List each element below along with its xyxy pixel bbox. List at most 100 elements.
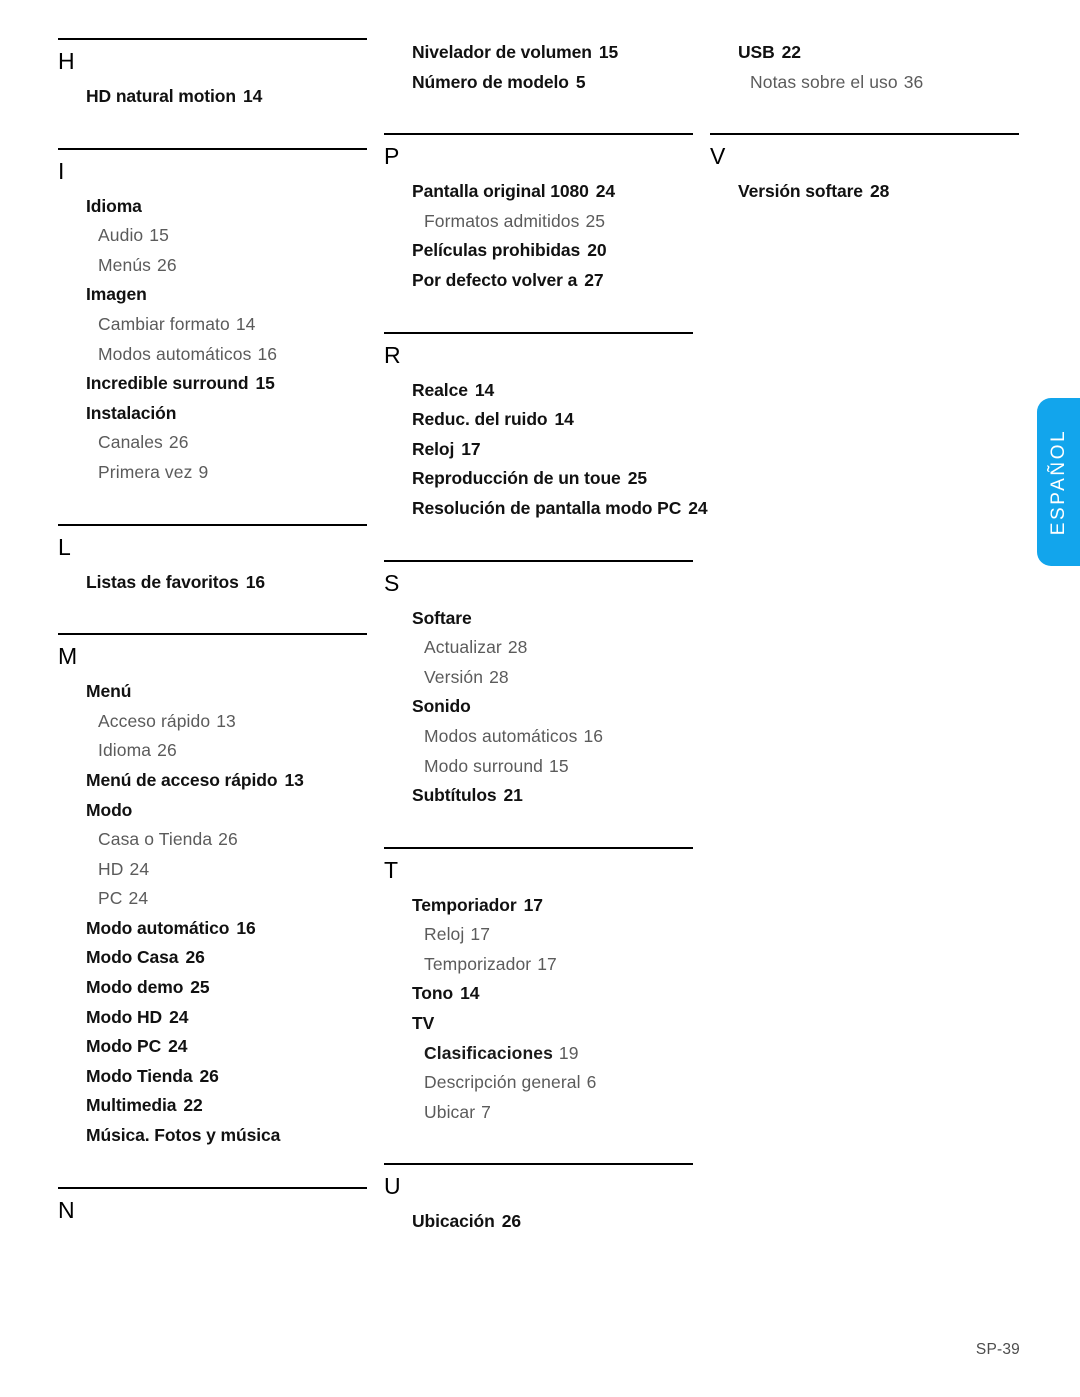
index-entry[interactable]: Menú (58, 677, 367, 707)
index-entry[interactable]: Pantalla original 1080 24 (384, 177, 693, 207)
index-entry[interactable]: Imagen (58, 280, 367, 310)
index-entry[interactable]: Modos automáticos 16 (58, 340, 367, 370)
index-entry[interactable]: Incredible surround 15 (58, 369, 367, 399)
index-entry[interactable]: Nivelador de volumen 15 (384, 38, 693, 68)
index-entry[interactable]: Actualizar 28 (384, 633, 693, 663)
index-entry[interactable]: Reproducción de un toue 25 (384, 464, 693, 494)
index-entry[interactable]: Modo surround 15 (384, 752, 693, 782)
index-entry-label: Modo PC (86, 1036, 162, 1057)
section-letter-heading: S (384, 569, 400, 596)
index-entry-list: USB 22 Notas sobre el uso 36 (710, 38, 1019, 97)
index-entry[interactable]: Versión 28 (384, 663, 693, 693)
index-entry-page-number: 14 (235, 313, 256, 334)
index-entry[interactable]: Descripción general 6 (384, 1068, 693, 1098)
index-entry[interactable]: Audio 15 (58, 221, 367, 251)
index-entry-page-number: 16 (583, 725, 604, 746)
index-entry[interactable]: Menús 26 (58, 251, 367, 281)
index-entry[interactable]: Temporizador 17 (384, 950, 693, 980)
index-entry[interactable]: Listas de favoritos 16 (58, 568, 367, 598)
index-entry-label: Idioma (86, 195, 142, 216)
index-entry-label: Acceso rápido (98, 710, 211, 731)
section-divider (58, 523, 367, 526)
index-entry-label: Versión (424, 666, 484, 687)
index-entry-label: Imagen (86, 284, 147, 305)
index-entry[interactable]: Modo demo 25 (58, 973, 367, 1003)
index-entry[interactable]: Versión softare 28 (710, 177, 1019, 207)
index-entry-list: Pantalla original 1080 24 Formatos admitid… (384, 177, 693, 295)
index-entry[interactable]: Formatos admitidos 25 (384, 207, 693, 237)
index-entry[interactable]: Películas prohibidas 20 (384, 236, 693, 266)
index-entry[interactable]: Temporiador 17 (384, 891, 693, 921)
index-entry[interactable]: Cambiar formato 14 (58, 310, 367, 340)
index-entry-label: Por defecto volver a (412, 269, 578, 290)
index-entry[interactable]: Menú de acceso rápido 13 (58, 766, 367, 796)
index-entry[interactable]: USB 22 (710, 38, 1019, 68)
index-entry[interactable]: PC 24 (58, 884, 367, 914)
index-entry[interactable]: HD natural motion 14 (58, 82, 367, 112)
index-column: H HD natural motion 14 I Idioma Audio 15 Menús 2… (58, 38, 367, 1237)
index-entry-label: Modos automáticos (98, 343, 252, 364)
index-entry[interactable]: Casa o Tienda 26 (58, 825, 367, 855)
index-entry[interactable]: Primera vez 9 (58, 458, 367, 488)
index-entry-page-number: 14 (554, 409, 574, 430)
index-entry[interactable]: Reloj 17 (384, 920, 693, 950)
section-divider (58, 1186, 367, 1189)
index-entry[interactable]: Modo HD 24 (58, 1003, 367, 1033)
index-entry[interactable]: Modo Casa 26 (58, 943, 367, 973)
index-entry-label: Subtítulos (412, 785, 497, 806)
index-entry[interactable]: Tono 14 (384, 979, 693, 1009)
index-entry-page-number: 14 (474, 379, 495, 400)
index-entry-page-number: 26 (185, 947, 205, 968)
index-entry[interactable]: Modo (58, 796, 367, 826)
index-entry-label: Pantalla original 1080 (412, 181, 589, 202)
index-entry[interactable]: Reloj 17 (384, 435, 693, 465)
index-entry-label: USB (738, 42, 775, 62)
index-entry-label: Modo demo (86, 977, 184, 998)
index-entry-page-number: 24 (128, 888, 149, 909)
index-entry-page-number: 22 (183, 1095, 203, 1116)
index-entry[interactable]: Ubicar 7 (384, 1098, 693, 1128)
page-number-label: SP-39 (975, 1341, 1020, 1358)
index-entry[interactable]: Softare (384, 604, 693, 634)
index-entry[interactable]: Por defecto volver a 27 (384, 266, 693, 296)
index-entry[interactable]: Modo automático 16 (58, 914, 367, 944)
index-entry-page-number: 15 (549, 755, 569, 776)
index-entry-page-number: 26 (218, 829, 238, 850)
index-entry-label: Reduc. del ruido (412, 409, 548, 430)
index-entry[interactable]: Multimedia 22 (58, 1091, 367, 1121)
index-entry[interactable]: Modo PC 24 (58, 1032, 367, 1062)
index-entry-label: HD natural motion (86, 86, 236, 106)
index-entry[interactable]: Reduc. del ruido 14 (384, 405, 693, 435)
index-entry[interactable]: Acceso rápido 13 (58, 707, 367, 737)
index-entry[interactable]: Canales 26 (58, 428, 367, 458)
index-entry-page-number: 24 (169, 1006, 189, 1027)
index-entry[interactable]: Instalación (58, 399, 367, 429)
index-entry[interactable]: Número de modelo 5 (384, 68, 693, 98)
index-entry-list: HD natural motion 14 (58, 82, 367, 112)
section-divider (384, 1163, 693, 1166)
index-entry-label: Reproducción de un toue (412, 468, 621, 489)
index-entry[interactable]: HD 24 (58, 855, 367, 885)
index-entry[interactable]: Notas sobre el uso 36 (710, 68, 1019, 98)
index-entry-label: Descripción general (424, 1072, 581, 1093)
index-entry[interactable]: Idioma 26 (58, 736, 367, 766)
index-entry[interactable]: Música. Fotos y música (58, 1121, 367, 1151)
index-column: USB 22 Notas sobre el uso 36 V Versión softar… (710, 38, 1019, 1237)
index-entry[interactable]: Idioma (58, 192, 367, 222)
index-section: S Softare Actualizar 28 Versión 28 Sonido Modos… (384, 559, 693, 811)
index-entry[interactable]: Sonido (384, 692, 693, 722)
index-entry[interactable]: Realce 14 (384, 376, 693, 406)
index-entry[interactable]: Subtítulos 21 (384, 781, 693, 811)
section-letter-heading: V (710, 143, 726, 170)
index-entry-page-number: 24 (595, 181, 616, 202)
index-entry-page-number: 26 (168, 432, 189, 453)
index-entry-list: Idioma Audio 15 Menús 26 Imagen Cambiar format… (58, 192, 367, 488)
index-entry[interactable]: Modos automáticos 16 (384, 722, 693, 752)
index-entry[interactable]: Ubicación 26 (384, 1207, 693, 1237)
index-entry[interactable]: Resolución de pantalla modo PC 24 (384, 494, 708, 524)
index-entry-page-number: 25 (585, 210, 606, 231)
index-entry-label: Formatos admitidos (424, 210, 580, 231)
index-entry[interactable]: Clasificaciones 19 (384, 1039, 693, 1069)
index-entry[interactable]: Modo Tienda 26 (58, 1062, 367, 1092)
index-entry[interactable]: TV (384, 1009, 693, 1039)
